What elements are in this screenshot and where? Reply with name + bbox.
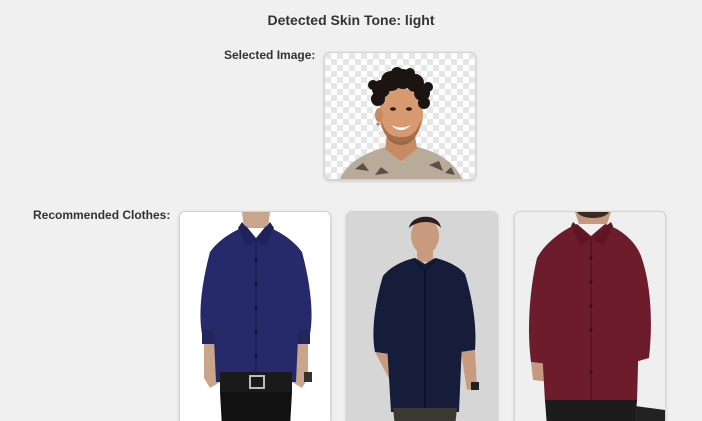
- recommended-item-3[interactable]: [514, 211, 666, 421]
- maroon-shirt-icon: [515, 212, 665, 421]
- recommended-clothes-label: Recommended Clothes:: [33, 208, 171, 222]
- dark-navy-shirt-icon: [347, 212, 497, 421]
- page-title: Detected Skin Tone: light: [267, 12, 435, 28]
- recommended-item-2[interactable]: [346, 211, 498, 421]
- selected-image: [324, 52, 476, 180]
- recommended-item-1[interactable]: [179, 211, 331, 421]
- selected-image-label: Selected Image:: [224, 48, 316, 62]
- navy-shirt-icon: [180, 212, 330, 421]
- person-portrait-icon: [325, 53, 475, 179]
